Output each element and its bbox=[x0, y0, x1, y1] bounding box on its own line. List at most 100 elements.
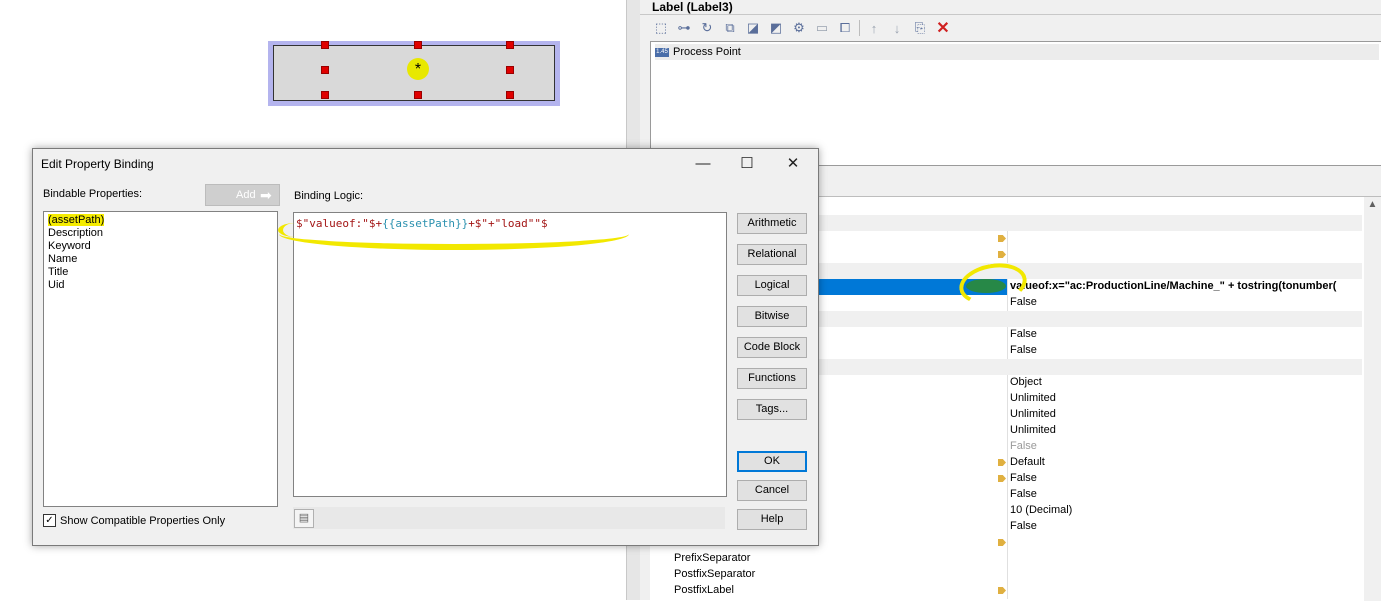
highlight-mark bbox=[279, 218, 629, 250]
binding-flag-icon[interactable] bbox=[998, 539, 1006, 546]
logical-button[interactable]: Logical bbox=[737, 275, 807, 296]
column-divider bbox=[1007, 519, 1008, 535]
show-compatible-checkbox[interactable]: ✓ bbox=[43, 514, 56, 527]
column-divider bbox=[1007, 247, 1008, 263]
property-row[interactable]: PrefixSeparator bbox=[670, 551, 1362, 567]
property-value[interactable]: False bbox=[1010, 472, 1362, 484]
tags-button[interactable]: Tags... bbox=[737, 399, 807, 420]
property-value[interactable]: False bbox=[1010, 296, 1362, 308]
column-divider bbox=[1007, 487, 1008, 503]
binding-flag-icon[interactable] bbox=[998, 587, 1006, 594]
property-row[interactable]: PostfixLabel bbox=[670, 583, 1362, 599]
resize-handle[interactable] bbox=[414, 41, 422, 49]
arrow-right-icon: ➡ bbox=[260, 187, 272, 203]
list-item[interactable]: Description bbox=[48, 227, 103, 239]
property-value[interactable]: False bbox=[1010, 328, 1362, 340]
list-item[interactable]: Name bbox=[48, 253, 77, 265]
binding-flag-icon[interactable] bbox=[998, 235, 1006, 242]
column-divider bbox=[1007, 471, 1008, 487]
arrow-down-icon[interactable]: ↓ bbox=[888, 19, 906, 37]
binding-flag-icon[interactable] bbox=[998, 475, 1006, 482]
list-item-label: Process Point bbox=[673, 46, 741, 58]
cancel-button[interactable]: Cancel bbox=[737, 480, 807, 501]
add-child-icon[interactable]: ⊶ bbox=[675, 19, 693, 37]
code-block-button[interactable]: Code Block bbox=[737, 337, 807, 358]
rotate-icon[interactable]: ↻ bbox=[698, 19, 716, 37]
property-value[interactable]: False bbox=[1010, 344, 1362, 356]
column-divider bbox=[1007, 567, 1008, 583]
column-divider bbox=[1007, 343, 1008, 359]
group-icon[interactable]: ⧠ bbox=[836, 19, 854, 37]
label-text: * bbox=[407, 58, 429, 80]
column-divider bbox=[1007, 439, 1008, 455]
bitwise-button[interactable]: Bitwise bbox=[737, 306, 807, 327]
add-button[interactable]: Add ➡ bbox=[205, 184, 280, 206]
binding-logic-label: Binding Logic: bbox=[294, 190, 364, 202]
list-item[interactable]: (assetPath) bbox=[48, 214, 105, 226]
property-value[interactable]: Unlimited bbox=[1010, 408, 1362, 420]
toolbar-separator bbox=[859, 20, 860, 36]
format-icon[interactable]: ▭ bbox=[813, 19, 831, 37]
relational-button[interactable]: Relational bbox=[737, 244, 807, 265]
functions-button[interactable]: Functions bbox=[737, 368, 807, 389]
column-divider bbox=[1007, 231, 1008, 247]
binding-flag-icon[interactable] bbox=[998, 459, 1006, 466]
delete-icon[interactable]: ✕ bbox=[934, 19, 952, 37]
help-button[interactable]: Help bbox=[737, 509, 807, 530]
move-behavior-icon[interactable]: ◪ bbox=[744, 19, 762, 37]
close-button[interactable]: ✕ bbox=[771, 151, 815, 177]
resize-handle[interactable] bbox=[321, 41, 329, 49]
binding-flag-icon[interactable] bbox=[998, 251, 1006, 258]
new-behavior-icon[interactable]: ⬚ bbox=[652, 19, 670, 37]
resize-handle[interactable] bbox=[414, 91, 422, 99]
column-divider bbox=[1007, 455, 1008, 471]
resize-handle[interactable] bbox=[506, 66, 514, 74]
panel-title: Label (Label3) bbox=[652, 0, 733, 14]
chevron-up-icon[interactable]: ▲ bbox=[1364, 199, 1381, 213]
ok-button[interactable]: OK bbox=[737, 451, 807, 472]
resize-handle[interactable] bbox=[506, 91, 514, 99]
property-value[interactable]: Unlimited bbox=[1010, 392, 1362, 404]
vertical-scrollbar[interactable]: ▲ bbox=[1364, 197, 1381, 601]
list-item[interactable]: Keyword bbox=[48, 240, 91, 252]
dialog-title: Edit Property Binding bbox=[41, 157, 154, 171]
column-divider bbox=[1007, 423, 1008, 439]
list-item[interactable]: Uid bbox=[48, 279, 65, 291]
column-divider bbox=[1007, 407, 1008, 423]
property-value[interactable]: Object bbox=[1010, 376, 1362, 388]
settings-icon[interactable]: ⚙ bbox=[790, 19, 808, 37]
resize-handle[interactable] bbox=[506, 41, 514, 49]
property-value[interactable]: False bbox=[1010, 520, 1362, 532]
resize-handle[interactable] bbox=[321, 91, 329, 99]
resize-handle[interactable] bbox=[321, 66, 329, 74]
property-value[interactable]: Unlimited bbox=[1010, 424, 1362, 436]
property-value[interactable]: False bbox=[1010, 440, 1362, 452]
minimize-button[interactable]: — bbox=[681, 151, 725, 177]
property-value[interactable]: valueof:x="ac:ProductionLine/Machine_" +… bbox=[1010, 280, 1362, 292]
copy-icon[interactable]: ⎘ bbox=[911, 19, 929, 37]
show-compatible-label: Show Compatible Properties Only bbox=[60, 514, 226, 527]
column-divider bbox=[1007, 583, 1008, 599]
document-icon[interactable]: ▤ bbox=[294, 509, 314, 528]
bindable-properties-list[interactable]: (assetPath) Description Keyword Name Tit… bbox=[43, 211, 278, 507]
column-divider bbox=[1007, 391, 1008, 407]
arithmetic-button[interactable]: Arithmetic bbox=[737, 213, 807, 234]
add-button-label: Add bbox=[236, 189, 256, 201]
column-divider bbox=[1007, 375, 1008, 391]
copy-behavior-icon[interactable]: ⧉ bbox=[721, 19, 739, 37]
binding-logic-editor[interactable]: $"valueof:"$+{{assetPath}}+$"+"load""$ bbox=[278, 212, 727, 497]
property-value[interactable]: False bbox=[1010, 488, 1362, 500]
property-value[interactable]: 10 (Decimal) bbox=[1010, 504, 1362, 516]
property-row[interactable]: PostfixSeparator bbox=[670, 567, 1362, 583]
column-divider bbox=[1007, 535, 1008, 551]
delete-behavior-icon[interactable]: ◩ bbox=[767, 19, 785, 37]
list-item[interactable]: 1.45 Process Point bbox=[655, 44, 1379, 60]
property-name: PostfixLabel bbox=[674, 584, 734, 596]
process-point-icon: 1.45 bbox=[655, 47, 669, 57]
property-value[interactable]: Default bbox=[1010, 456, 1362, 468]
column-divider bbox=[1007, 503, 1008, 519]
arrow-up-icon[interactable]: ↑ bbox=[865, 19, 883, 37]
show-compatible-checkbox-row[interactable]: ✓ Show Compatible Properties Only bbox=[43, 514, 225, 527]
maximize-button[interactable]: ☐ bbox=[725, 151, 769, 177]
list-item[interactable]: Title bbox=[48, 266, 68, 278]
